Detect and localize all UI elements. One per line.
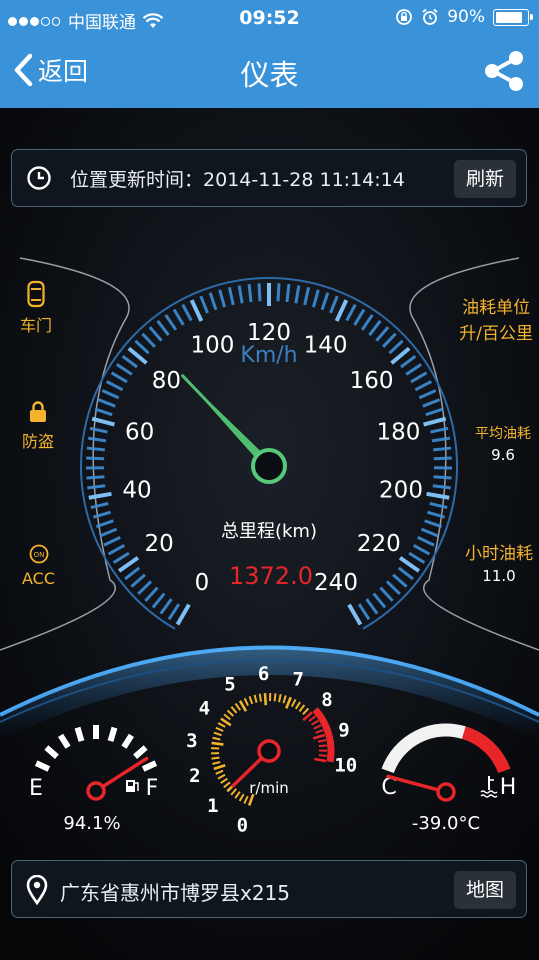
rpm-tick bbox=[298, 704, 306, 712]
rpm-tick bbox=[294, 701, 301, 710]
fuel-needle bbox=[100, 756, 149, 789]
rpm-tick-label: 3 bbox=[186, 730, 197, 752]
rpm-tick-label: 7 bbox=[292, 669, 303, 691]
rpm-tick bbox=[278, 693, 282, 703]
rpm-tick bbox=[258, 693, 262, 702]
rpm-tick-label: 6 bbox=[258, 663, 269, 685]
rpm-tick bbox=[285, 696, 292, 709]
rpm-tick bbox=[273, 693, 277, 702]
fuel-tick bbox=[44, 745, 59, 759]
temp-value: -39.0°C bbox=[412, 813, 480, 834]
rpm-tick-label: 8 bbox=[321, 689, 332, 711]
rpm-tick bbox=[213, 763, 226, 771]
rpm-tick bbox=[263, 693, 268, 706]
rpm-tick bbox=[211, 741, 224, 746]
location-pin-icon bbox=[26, 875, 48, 905]
rpm-tick bbox=[223, 713, 231, 721]
lower-gauges: E F 94.1% 012 345 6 789 10 r/min C H -39.0°C bbox=[29, 663, 517, 836]
temp-arc bbox=[381, 723, 466, 774]
rpm-tick bbox=[282, 695, 287, 704]
rpm-tick bbox=[313, 724, 322, 730]
rpm-tick bbox=[308, 715, 317, 722]
coolant-icon bbox=[480, 776, 498, 798]
rpm-tick bbox=[217, 773, 226, 780]
map-button[interactable]: 地图 bbox=[454, 871, 516, 909]
rpm-tick bbox=[248, 696, 254, 705]
fuel-tick bbox=[107, 726, 118, 742]
temp-arc-hot bbox=[461, 726, 511, 774]
rpm-tick bbox=[317, 739, 327, 743]
temp-needle-hub bbox=[436, 782, 456, 802]
rpm-tick bbox=[212, 736, 221, 741]
address-text: 广东省惠州市博罗县x215 bbox=[60, 881, 291, 905]
rpm-tick bbox=[226, 709, 234, 717]
address-bar: 广东省惠州市博罗县x215 地图 bbox=[11, 860, 527, 918]
rpm-tick-label: 5 bbox=[224, 674, 235, 696]
fuel-needle-hub bbox=[86, 781, 106, 801]
temperature-gauge: C H -39.0°C bbox=[381, 723, 517, 834]
rpm-tick bbox=[318, 744, 327, 748]
rpm-tick-label: 10 bbox=[334, 755, 357, 777]
rpm-tick-label: 9 bbox=[338, 720, 349, 742]
rpm-tick bbox=[212, 761, 221, 765]
rpm-tick bbox=[315, 729, 324, 734]
rpm-tick bbox=[318, 754, 327, 757]
rpm-tick bbox=[302, 707, 310, 715]
fuel-tick bbox=[133, 745, 148, 759]
rpm-tick bbox=[230, 706, 238, 714]
tachometer: 012 345 6 789 10 r/min bbox=[186, 663, 357, 836]
fuel-tick bbox=[74, 726, 85, 742]
rpm-tick bbox=[312, 733, 326, 740]
fuel-tick bbox=[34, 760, 51, 772]
rpm-tick bbox=[230, 788, 238, 796]
fuel-empty-label: E bbox=[29, 776, 43, 801]
rpm-tick-label: 0 bbox=[237, 814, 248, 836]
rpm-tick-label: 1 bbox=[207, 795, 218, 817]
rpm-tick bbox=[253, 694, 258, 703]
fuel-value: 94.1% bbox=[63, 813, 120, 834]
rpm-tick-label: 2 bbox=[189, 765, 200, 787]
fuel-gauge: E F 94.1% bbox=[29, 725, 158, 834]
rpm-tick bbox=[217, 722, 226, 728]
fuel-pump-icon bbox=[126, 780, 139, 792]
rpm-tick bbox=[215, 726, 224, 732]
fuel-tick bbox=[141, 760, 158, 772]
rpm-tick bbox=[234, 791, 241, 799]
fuel-tick bbox=[121, 733, 134, 749]
rpm-tick-label: 4 bbox=[199, 697, 210, 719]
rpm-tick bbox=[311, 719, 319, 726]
rpm-tick bbox=[220, 777, 228, 784]
rpm-tick bbox=[223, 781, 231, 789]
fuel-full-label: F bbox=[146, 776, 159, 801]
rpm-tick bbox=[211, 756, 220, 760]
rpm-tick bbox=[238, 793, 245, 802]
rpm-tick bbox=[243, 795, 249, 804]
rpm-tick bbox=[243, 697, 249, 707]
rpm-tick bbox=[213, 731, 222, 737]
fuel-tick bbox=[58, 733, 71, 749]
rpm-tick bbox=[215, 769, 224, 775]
temp-hot-label: H bbox=[500, 775, 517, 800]
rpm-needle-hub bbox=[257, 739, 281, 763]
rpm-tick bbox=[234, 703, 241, 711]
rpm-tick bbox=[314, 757, 327, 763]
rpm-tick bbox=[290, 698, 297, 707]
rpm-unit: r/min bbox=[249, 779, 289, 797]
